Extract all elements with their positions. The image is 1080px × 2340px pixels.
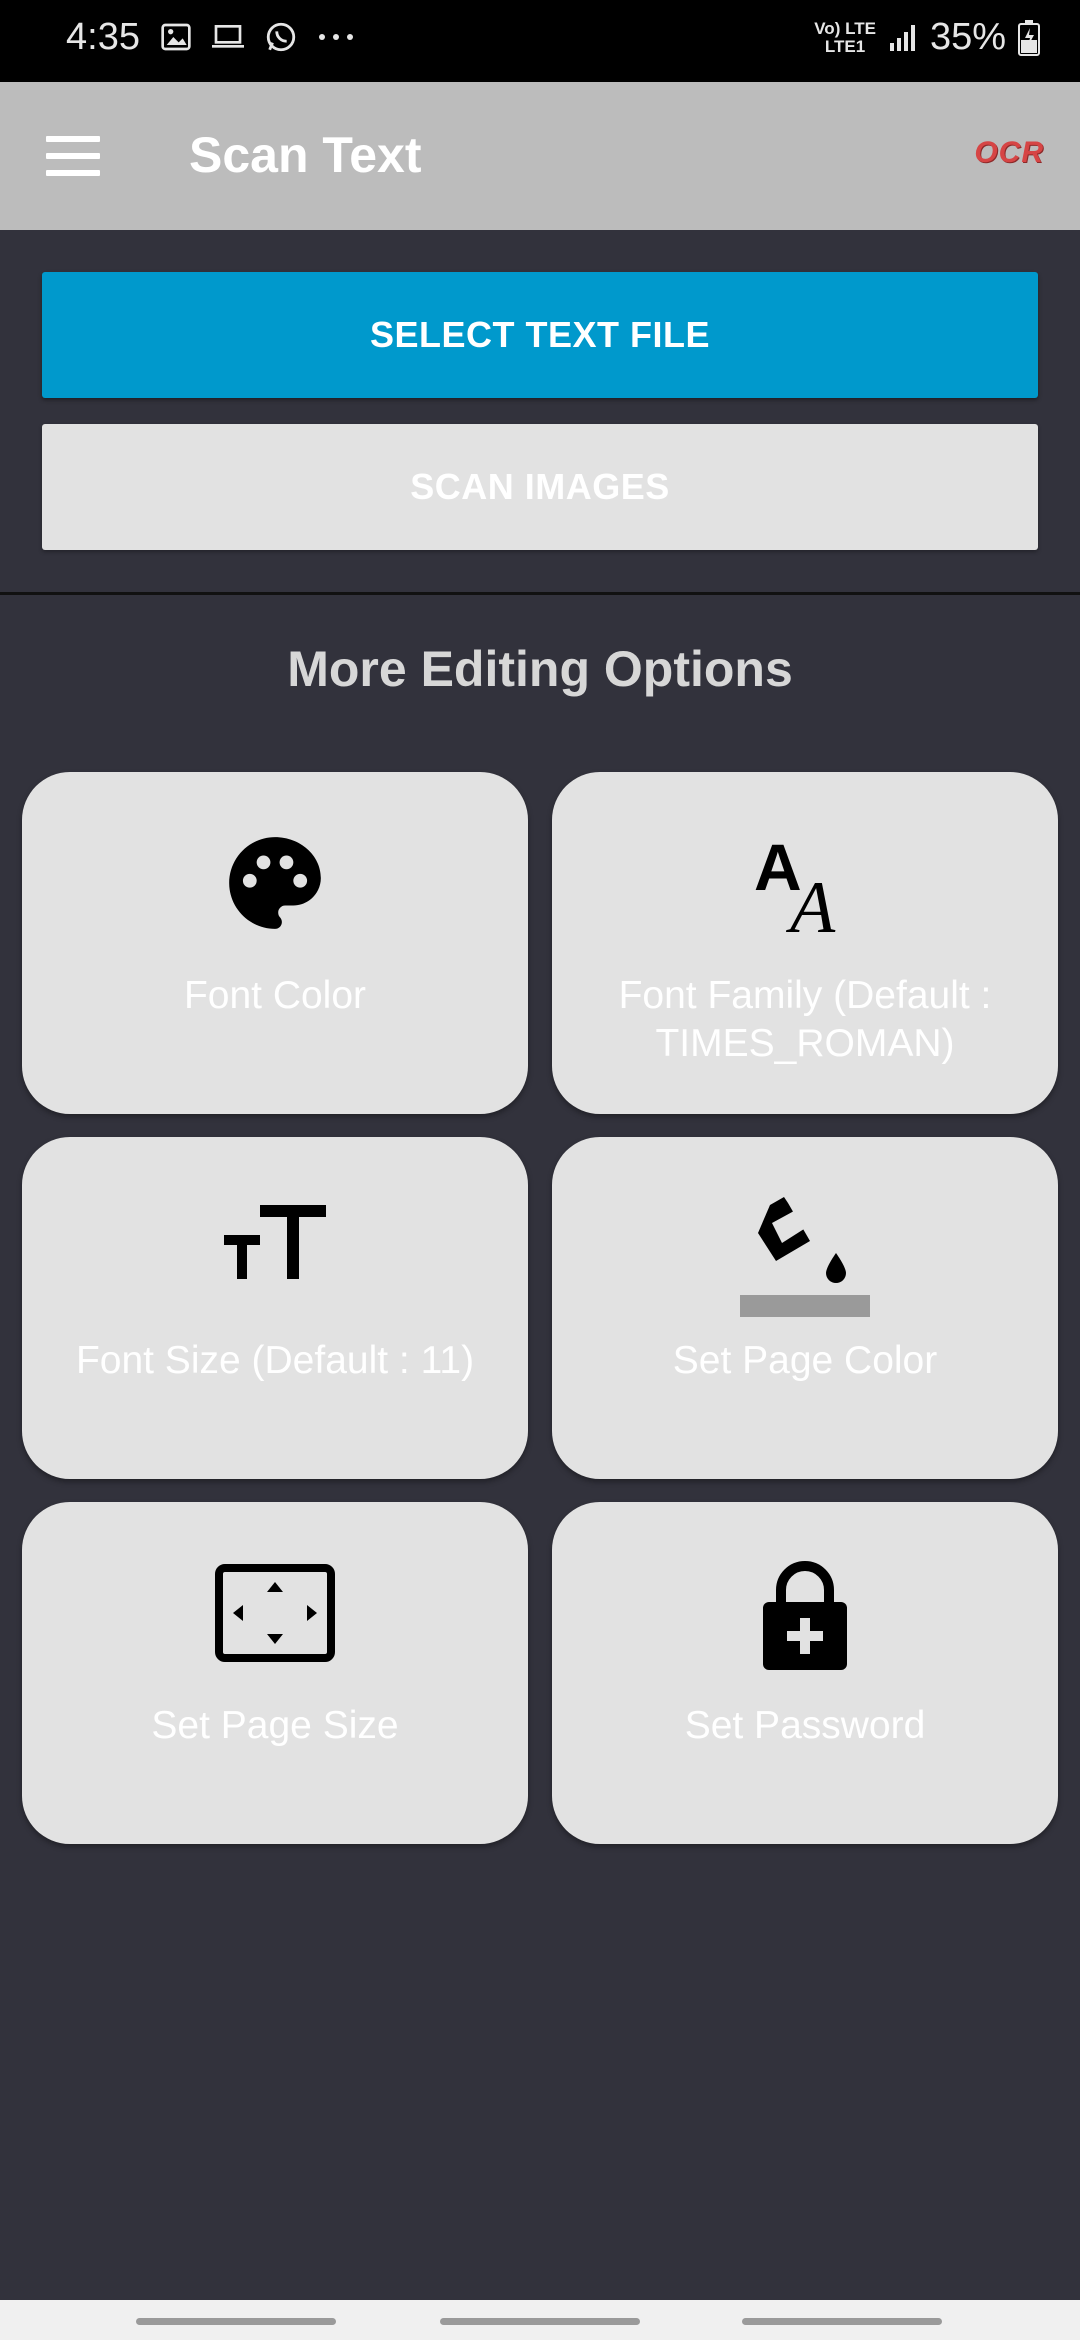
font-family-label: Font Family (Default : TIMES_ROMAN): [618, 974, 992, 1065]
more-notifications-icon: [319, 34, 353, 40]
hamburger-menu-icon[interactable]: [46, 136, 100, 176]
font-size-icon: [224, 1205, 326, 1279]
home-handle[interactable]: [440, 2318, 640, 2325]
svg-text:A: A: [785, 867, 836, 938]
signal-icon: [889, 24, 915, 51]
network-bottom-label: LTE1: [824, 36, 866, 56]
status-time: 4:35: [66, 16, 140, 58]
font-size-label: Font Size (Default : 11): [75, 1339, 475, 1382]
font-size-card[interactable]: Font Size (Default : 11): [22, 1137, 528, 1479]
set-page-color-label: Set Page Color: [672, 1339, 938, 1382]
ocr-logo: OCR: [974, 136, 1044, 169]
battery-charging-icon: [1018, 19, 1040, 56]
laptop-icon: [212, 24, 244, 48]
page-title: Scan Text: [189, 127, 422, 183]
gallery-icon: [161, 23, 191, 51]
set-page-size-label: Set Page Size: [151, 1704, 399, 1747]
network-top-label: Vo) LTE: [814, 18, 876, 38]
set-password-card[interactable]: Set Password: [552, 1502, 1058, 1844]
paint-bucket-icon: [740, 1197, 870, 1317]
set-page-size-card[interactable]: Set Page Size: [22, 1502, 528, 1844]
font-color-card[interactable]: Font Color: [22, 772, 528, 1114]
set-password-label: Set Password: [684, 1704, 926, 1747]
status-bar: 4:35 Vo) LTE LTE1 35%: [0, 0, 1080, 82]
app-bar: Scan Text OCR: [0, 82, 1080, 230]
page-size-icon: [215, 1564, 335, 1662]
system-indicators: Vo) LTE LTE1 35%: [814, 16, 1040, 59]
lock-icon: [763, 1561, 847, 1670]
network-type: Vo) LTE LTE1: [814, 18, 876, 56]
scan-images-button[interactable]: SCAN IMAGES: [42, 424, 1038, 550]
font-family-card[interactable]: A A Font Family (Default : TIMES_ROMAN): [552, 772, 1058, 1114]
battery-percent: 35%: [929, 16, 1006, 58]
notification-icons: [160, 20, 356, 54]
divider: [0, 592, 1080, 595]
section-title: More Editing Options: [287, 641, 793, 697]
recent-apps-handle[interactable]: [136, 2318, 336, 2325]
palette-icon: [229, 837, 321, 929]
select-text-file-button[interactable]: SELECT TEXT FILE: [42, 272, 1038, 398]
navigation-bar: [0, 2300, 1080, 2340]
font-color-label: Font Color: [183, 974, 367, 1017]
set-page-color-card[interactable]: Set Page Color: [552, 1137, 1058, 1479]
whatsapp-icon: [266, 22, 296, 52]
font-family-icon: A A: [754, 830, 836, 938]
back-handle[interactable]: [742, 2318, 942, 2325]
